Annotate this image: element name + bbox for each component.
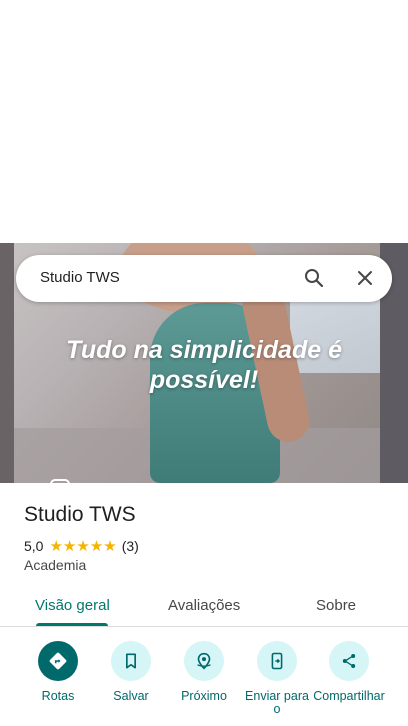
tab-bar: Visão geral Avaliações Sobre [0, 587, 408, 627]
nearby-label: Próximo [181, 689, 227, 703]
active-tab-indicator [36, 623, 108, 626]
bookmark-icon [111, 641, 151, 681]
action-row: Rotas Salvar Próximo Enviar para o Compa… [0, 641, 408, 726]
nearby-button[interactable]: Próximo [167, 641, 241, 703]
directions-icon [38, 641, 78, 681]
directions-button[interactable]: Rotas [21, 641, 95, 703]
share-button[interactable]: Compartilhar [312, 641, 386, 703]
photo-wall-left [0, 243, 14, 483]
tab-about[interactable]: Sobre [316, 597, 356, 614]
place-title: Studio TWS [24, 503, 136, 526]
rating-row[interactable]: 5,0 ★★★★★ (3) [24, 537, 139, 555]
send-to-phone-button[interactable]: Enviar para o [240, 641, 314, 716]
close-icon[interactable] [353, 266, 377, 290]
search-icon[interactable] [302, 266, 326, 290]
send-to-phone-icon [257, 641, 297, 681]
search-query[interactable]: Studio TWS [40, 269, 120, 286]
map-area[interactable] [0, 0, 408, 243]
nearby-icon [184, 641, 224, 681]
photo-headline: Tudo na simplicidade é possível! [20, 335, 388, 395]
share-icon [329, 641, 369, 681]
photo-headline-line1: Tudo na simplicidade é [66, 336, 342, 364]
tab-overview[interactable]: Visão geral [35, 597, 110, 614]
search-bar[interactable]: Studio TWS [16, 255, 392, 302]
send-to-phone-label: Enviar para o [245, 689, 309, 716]
tab-reviews[interactable]: Avaliações [168, 597, 240, 614]
save-label: Salvar [113, 689, 149, 703]
place-info-sheet: Studio TWS 5,0 ★★★★★ (3) Academia Visão … [0, 483, 408, 726]
rating-stars: ★★★★★ [49, 538, 117, 555]
directions-label: Rotas [41, 689, 75, 703]
save-button[interactable]: Salvar [94, 641, 168, 703]
place-category: Academia [24, 557, 87, 573]
review-count: (3) [121, 538, 139, 554]
rating-value: 5,0 [24, 538, 44, 554]
photo-headline-line2: possível! [149, 366, 259, 394]
share-label: Compartilhar [313, 689, 385, 703]
